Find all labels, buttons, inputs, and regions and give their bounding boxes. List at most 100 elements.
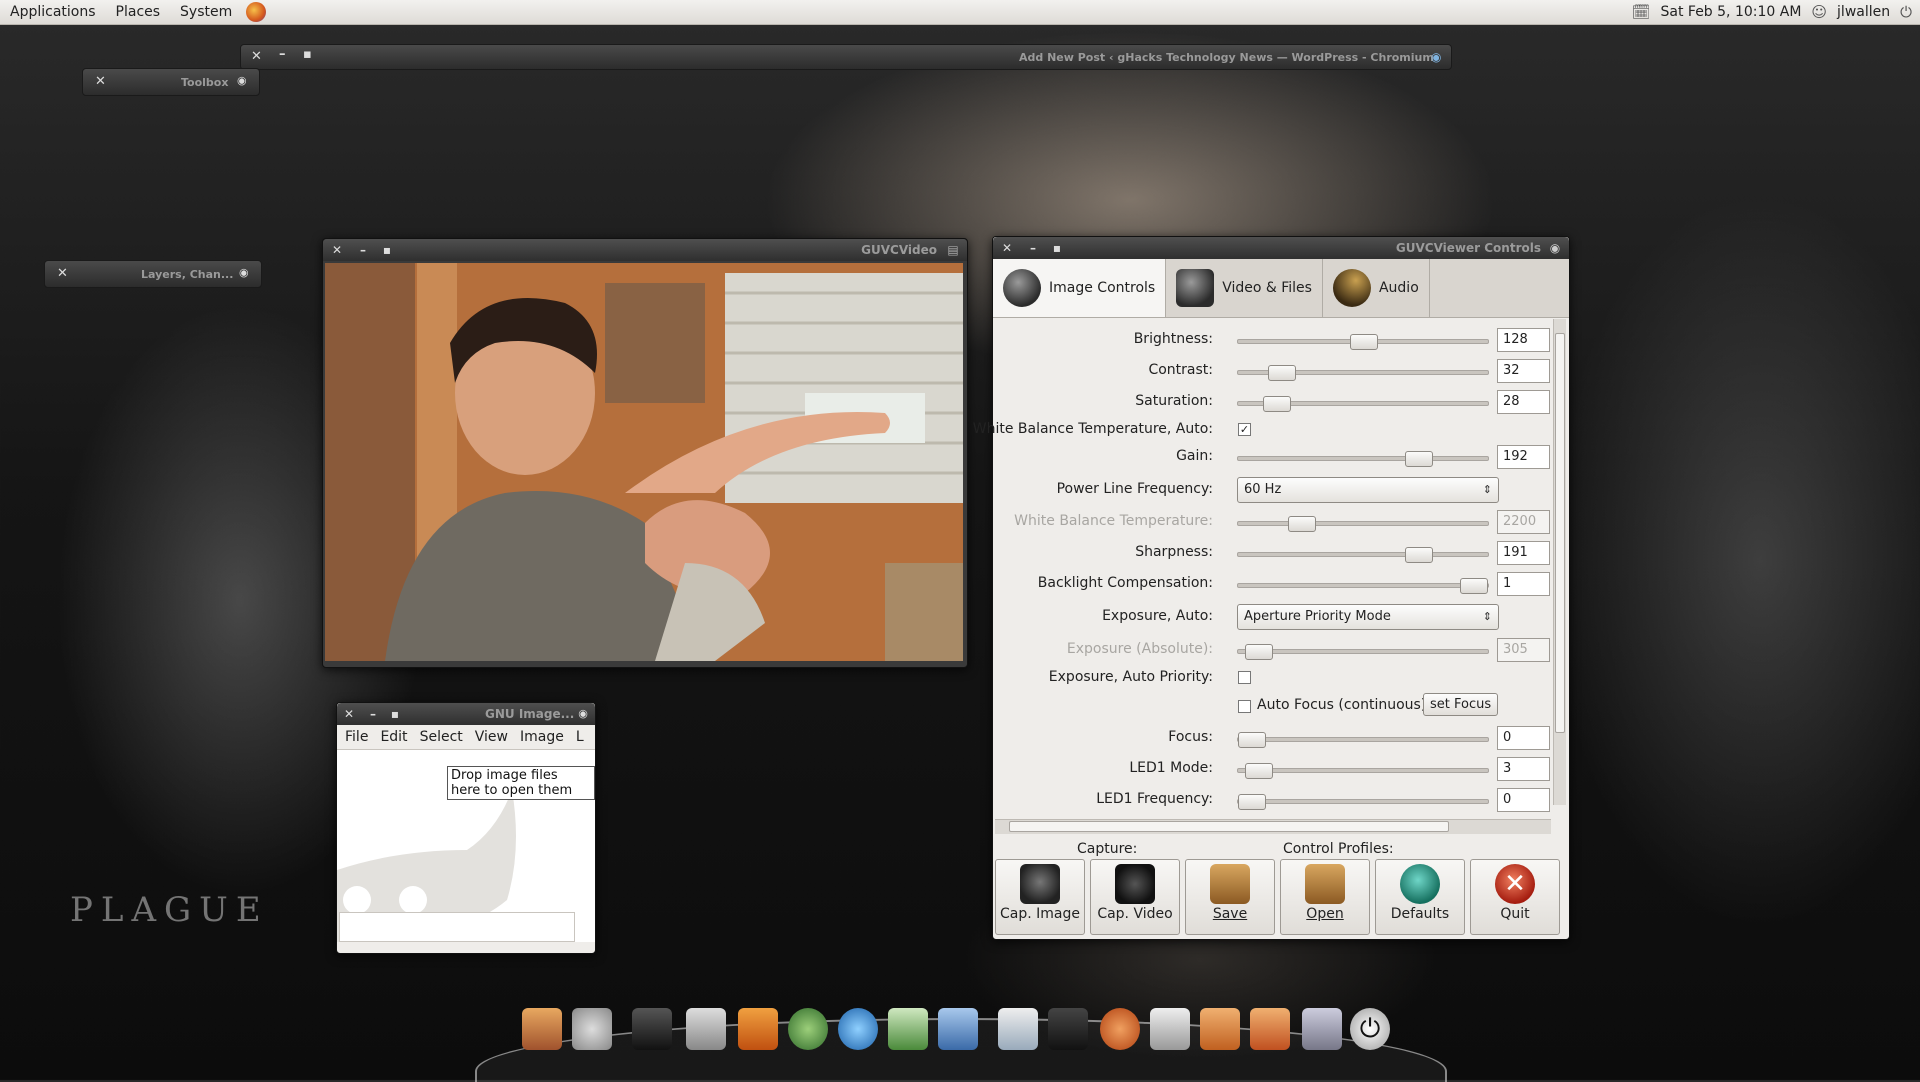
power-line-select[interactable]: 60 Hz ⇕ [1237, 477, 1499, 503]
autofocus-checkbox[interactable] [1238, 700, 1251, 713]
maximize-icon[interactable]: ▪ [303, 47, 312, 62]
backlight-value[interactable]: 1 [1497, 572, 1550, 596]
minimize-icon[interactable]: – [355, 242, 371, 258]
scrollbar-thumb[interactable] [1555, 333, 1565, 733]
vertical-scrollbar[interactable] [1553, 319, 1566, 805]
slider-thumb[interactable] [1262, 396, 1291, 412]
chromium-window-titlebar[interactable]: ✕ – ▪ Add New Post ‹ gHacks Technology N… [240, 44, 1452, 70]
power-icon[interactable]: ⏻ [1900, 3, 1912, 21]
save-profile-button[interactable]: Save [1185, 859, 1275, 935]
brightness-value[interactable]: 128 [1497, 328, 1550, 352]
system-menu[interactable]: System [170, 4, 242, 20]
scrollbar-thumb[interactable] [1009, 821, 1449, 832]
menu-edit[interactable]: Edit [380, 729, 407, 745]
contrast-value[interactable]: 32 [1497, 359, 1550, 383]
layers-window[interactable]: ✕ Layers, Chan... ◉ [44, 260, 262, 288]
brightness-slider[interactable] [1237, 334, 1489, 350]
maximize-icon[interactable]: ▪ [379, 242, 395, 258]
dock-power-icon[interactable]: ⏻ [1350, 1008, 1390, 1050]
gimp-canvas-area[interactable]: Drop image files here to open them [337, 750, 595, 942]
button-label: Save [1212, 906, 1248, 922]
slider-thumb[interactable] [1237, 732, 1266, 748]
controls-titlebar[interactable]: ✕ – ▪ GUVCViewer Controls ◉ [993, 237, 1569, 259]
menu-file[interactable]: File [345, 729, 368, 745]
gain-value[interactable]: 192 [1497, 445, 1550, 469]
applications-menu[interactable]: Applications [0, 4, 106, 20]
cap-video-button[interactable]: Cap. Video [1090, 859, 1180, 935]
defaults-button[interactable]: Defaults [1375, 859, 1465, 935]
dock-system-icon[interactable] [1302, 1008, 1342, 1050]
minimize-icon[interactable]: – [365, 706, 381, 722]
dock-browser-icon[interactable] [838, 1008, 878, 1050]
dock-window-icon[interactable] [998, 1008, 1038, 1050]
menu-view[interactable]: View [475, 729, 508, 745]
led1-frequency-value[interactable]: 0 [1497, 788, 1550, 812]
saturation-value[interactable]: 28 [1497, 390, 1550, 414]
gain-slider[interactable] [1237, 451, 1489, 467]
menu-layer[interactable]: L [576, 729, 584, 745]
clock-datetime[interactable]: Sat Feb 5, 10:10 AM [1661, 4, 1802, 20]
maximize-icon[interactable]: ▪ [387, 706, 403, 722]
minimize-icon[interactable]: – [279, 47, 286, 62]
exposure-priority-checkbox[interactable] [1238, 671, 1251, 684]
dock-network-icon[interactable] [788, 1008, 828, 1050]
tab-image-controls[interactable]: Image Controls [993, 259, 1167, 317]
slider-thumb[interactable] [1237, 794, 1266, 810]
sharpness-slider[interactable] [1237, 547, 1489, 563]
saturation-control: Saturation: 28 [995, 389, 1551, 415]
close-icon[interactable]: ✕ [95, 74, 106, 89]
focus-slider[interactable] [1237, 732, 1489, 748]
dock-monitor-icon[interactable] [888, 1008, 928, 1050]
quit-button[interactable]: ✕ Quit [1470, 859, 1560, 935]
contrast-slider[interactable] [1237, 365, 1489, 381]
saturation-slider[interactable] [1237, 396, 1489, 412]
dock-folder-icon[interactable] [1200, 1008, 1240, 1050]
slider-thumb[interactable] [1245, 763, 1273, 779]
dock-calculator-icon[interactable] [686, 1008, 726, 1050]
maximize-icon[interactable]: ▪ [1049, 240, 1065, 256]
slider-thumb[interactable] [1405, 547, 1433, 563]
slider-thumb[interactable] [1350, 334, 1378, 350]
menu-select[interactable]: Select [420, 729, 463, 745]
sharpness-value[interactable]: 191 [1497, 541, 1550, 565]
close-icon[interactable]: ✕ [329, 242, 345, 258]
wb-auto-checkbox[interactable]: ✓ [1238, 423, 1251, 436]
firefox-launcher-icon[interactable] [246, 2, 267, 22]
open-profile-button[interactable]: Open [1280, 859, 1370, 935]
set-focus-button[interactable]: set Focus [1423, 693, 1499, 716]
close-icon[interactable]: ✕ [251, 49, 262, 64]
slider-thumb[interactable] [1405, 451, 1433, 467]
dock-help-icon[interactable] [572, 1008, 612, 1050]
slider-thumb[interactable] [1267, 365, 1296, 381]
tab-label: Image Controls [1049, 280, 1156, 296]
dock-mail-icon[interactable] [522, 1008, 562, 1050]
gimp-titlebar[interactable]: ✕ – ▪ GNU Image... ◉ [337, 703, 595, 725]
led1-frequency-slider[interactable] [1237, 794, 1489, 810]
dock-vlc-icon[interactable] [738, 1008, 778, 1050]
dock-calendar-icon[interactable] [1150, 1008, 1190, 1050]
dock-documents-icon[interactable] [938, 1008, 978, 1050]
toolbox-window[interactable]: ✕ Toolbox ◉ [82, 68, 260, 96]
focus-value[interactable]: 0 [1497, 726, 1550, 750]
close-icon[interactable]: ✕ [999, 240, 1015, 256]
backlight-slider[interactable] [1237, 578, 1489, 594]
led1-mode-value[interactable]: 3 [1497, 757, 1550, 781]
slider-thumb[interactable] [1460, 578, 1488, 594]
menu-image[interactable]: Image [520, 729, 564, 745]
dock-ubuntu-icon[interactable] [1100, 1008, 1140, 1050]
dock-terminal-icon[interactable] [632, 1008, 672, 1050]
username[interactable]: jlwallen [1837, 4, 1890, 20]
cap-image-button[interactable]: Cap. Image [995, 859, 1085, 935]
places-menu[interactable]: Places [106, 4, 171, 20]
exposure-auto-select[interactable]: Aperture Priority Mode ⇕ [1237, 604, 1499, 630]
guvcvideo-titlebar[interactable]: ✕ – ▪ GUVCVideo ▤ [323, 239, 967, 261]
close-icon[interactable]: ✕ [341, 706, 357, 722]
horizontal-scrollbar[interactable] [995, 819, 1551, 834]
close-icon[interactable]: ✕ [57, 266, 68, 281]
led1-mode-slider[interactable] [1237, 763, 1489, 779]
dock-downloads-icon[interactable] [1250, 1008, 1290, 1050]
tab-audio[interactable]: Audio [1323, 259, 1430, 317]
tab-video-files[interactable]: Video & Files [1166, 259, 1323, 317]
dock-workspace-icon[interactable] [1048, 1008, 1088, 1050]
minimize-icon[interactable]: – [1025, 240, 1041, 256]
